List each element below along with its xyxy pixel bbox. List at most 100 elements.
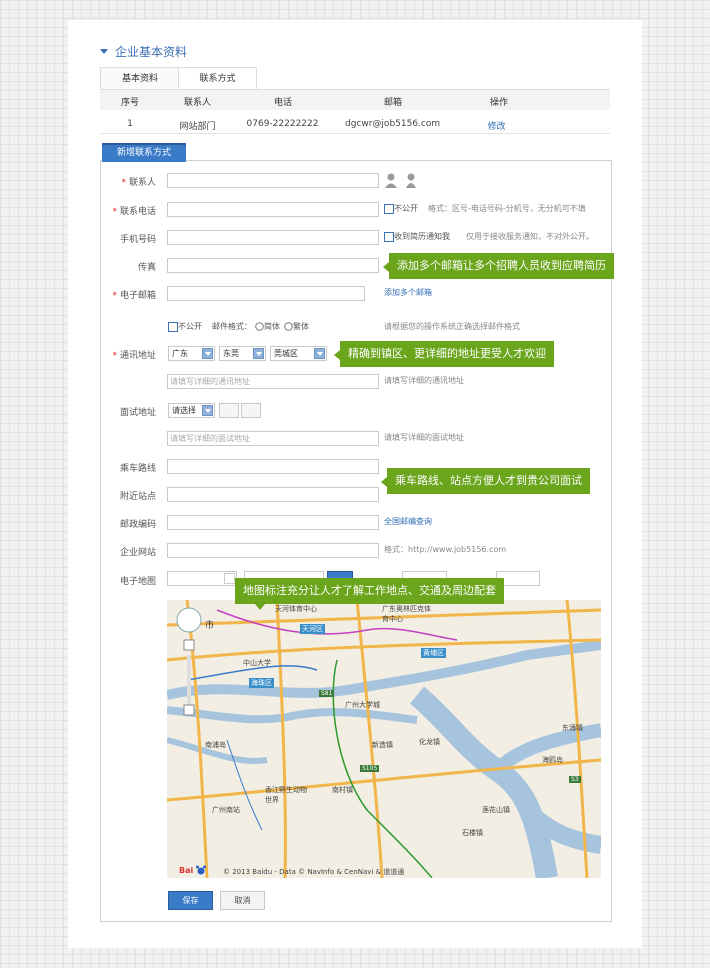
address-input[interactable]: 请填写详细的通讯地址	[167, 374, 379, 389]
map-label-xiangjiang: 香江野生动物世界	[265, 786, 307, 804]
mobile-label: 手机号码	[119, 235, 156, 245]
province-select[interactable]: 广东	[168, 346, 215, 361]
row-divider	[100, 133, 610, 134]
col-header-phone: 电话	[273, 98, 292, 108]
map-label-guangzhou-south: 广州南站	[212, 806, 240, 814]
map-label-huangpu: 黄埔区	[421, 648, 446, 658]
map-label-tianhe: 天河区	[300, 624, 325, 634]
email-format-label: 邮件格式：	[212, 322, 252, 331]
cancel-button[interactable]: 取消	[220, 891, 265, 910]
map-label-lianhuashan: 莲花山镇	[482, 806, 510, 814]
phone-label: * 联系电话	[112, 207, 156, 217]
email-label: * 电子邮箱	[112, 291, 156, 301]
map-label-city: 市	[205, 621, 215, 631]
email-private-label: 不公开	[178, 322, 202, 331]
postcode-input[interactable]	[167, 515, 379, 530]
station-input[interactable]	[167, 487, 379, 502]
tab-contact[interactable]: 联系方式	[178, 67, 257, 91]
website-input[interactable]	[167, 543, 379, 558]
address-hint: 请填写详细的通讯地址	[384, 376, 464, 385]
edit-link[interactable]: 修改	[484, 119, 509, 132]
bus-route-input[interactable]	[167, 459, 379, 474]
website-hint: 格式：http://www.job5156.com	[384, 545, 507, 554]
mobile-notify-label: 收到简历通知我	[394, 232, 450, 241]
cell-phone: 0769-22222222	[246, 119, 319, 129]
map-city-select[interactable]	[167, 571, 237, 586]
baidu-paw-icon	[196, 865, 206, 875]
col-header-contact: 联系人	[183, 98, 211, 108]
female-avatar-icon[interactable]	[404, 172, 418, 188]
interview-province-select[interactable]: 请选择	[168, 403, 215, 418]
email-callout: 添加多个邮箱让多个招聘人员收到应聘简历	[383, 253, 614, 279]
map-label-nanpu: 南浦岛	[205, 741, 226, 749]
map-label-xinzao: 新造镇	[372, 741, 393, 749]
postcode-label: 邮政编码	[119, 520, 156, 530]
contact-input[interactable]	[167, 173, 379, 188]
cell-contact: 网站部门	[179, 122, 216, 132]
map-label: 电子地图	[119, 577, 156, 587]
radio-simplified[interactable]	[255, 322, 264, 331]
chevron-down-icon	[224, 573, 235, 584]
map-label-olympic: 广东奥林匹克体育中心	[382, 605, 431, 623]
tab-basic-info[interactable]: 基本资料	[100, 67, 180, 90]
map-label-haiou: 海鸥岛	[542, 756, 563, 764]
address-callout: 精确到镇区、更详细的地址更受人才欢迎	[334, 341, 554, 367]
collapse-arrow-icon[interactable]	[100, 49, 108, 54]
road-s81: S81	[319, 690, 335, 697]
map-label-dongyong: 东涌镇	[562, 724, 583, 732]
traditional-label: 繁体	[293, 322, 309, 331]
map-label-university-town: 广州大学城	[345, 701, 380, 709]
map-label-hualong: 化龙镇	[419, 738, 440, 746]
radio-traditional[interactable]	[284, 322, 293, 331]
map-label-nancun: 南村镇	[332, 786, 353, 794]
phone-input[interactable]	[167, 202, 379, 217]
map-label-tianhe-stadium: 天河体育中心	[275, 605, 317, 613]
interview-city-select[interactable]	[219, 403, 239, 418]
contact-label: * 联系人	[121, 178, 156, 188]
cell-no: 1	[127, 119, 133, 129]
male-avatar-icon[interactable]	[384, 172, 398, 188]
interview-address-input[interactable]: 请填写详细的面试地址	[167, 431, 379, 446]
new-contact-tab[interactable]: 新增联系方式	[102, 143, 186, 162]
road-s105: S105	[360, 765, 380, 772]
interview-hint: 请填写详细的面试地址	[384, 433, 464, 442]
station-label: 附近站点	[119, 492, 156, 502]
col-header-no: 序号	[120, 98, 139, 108]
road-s3: S3	[569, 776, 581, 783]
chevron-down-icon	[202, 348, 213, 359]
fax-label: 传真	[137, 263, 156, 273]
mobile-notify-checkbox[interactable]	[384, 232, 394, 242]
save-button[interactable]: 保存	[168, 891, 213, 910]
chevron-down-icon	[253, 348, 264, 359]
map-label-shilou: 石楼镇	[462, 829, 483, 837]
simplified-label: 简体	[264, 322, 280, 331]
city-select[interactable]: 东莞	[219, 346, 266, 361]
fax-input[interactable]	[167, 258, 379, 273]
col-header-email: 邮箱	[383, 98, 402, 108]
email-input[interactable]	[167, 286, 365, 301]
chevron-down-icon	[202, 405, 213, 416]
baidu-logo: Bai	[179, 866, 194, 875]
website-label: 企业网站	[119, 548, 156, 558]
district-select[interactable]: 莞城区	[270, 346, 327, 361]
chevron-down-icon	[314, 348, 325, 359]
section-title: 企业基本资料	[115, 45, 188, 59]
map-callout: 地图标注充分让人才了解工作地点、交通及周边配套	[235, 578, 504, 610]
route-callout: 乘车路线、站点方便人才到贵公司面试	[381, 468, 590, 494]
map-copyright: © 2013 Baidu - Data © NavInfo & CenNavi …	[223, 868, 405, 876]
map-label-zhongshan-univ: 中山大学	[243, 659, 271, 667]
bus-label: 乘车路线	[119, 464, 156, 474]
phone-hint: 格式：区号-电话号码-分机号，无分机可不填	[428, 204, 586, 213]
cell-email: dgcwr@job5156.com	[345, 119, 441, 129]
map-view[interactable]: 天河体育中心 广东奥林匹克体育中心 天河区 黄埔区 中山大学 海珠区 广州大学城…	[167, 600, 601, 878]
postcode-lookup-link[interactable]: 全国邮编查询	[384, 516, 432, 527]
email-private-checkbox[interactable]	[168, 322, 178, 332]
mobile-hint: 仅用于接收服务通知，不对外公开。	[466, 232, 594, 241]
address-label: * 通讯地址	[112, 351, 156, 361]
interview-district-select[interactable]	[241, 403, 261, 418]
col-header-action: 操作	[489, 98, 508, 108]
map-canvas	[167, 600, 601, 878]
mobile-input[interactable]	[167, 230, 379, 245]
phone-private-checkbox[interactable]	[384, 204, 394, 214]
add-email-link[interactable]: 添加多个邮箱	[384, 287, 432, 298]
